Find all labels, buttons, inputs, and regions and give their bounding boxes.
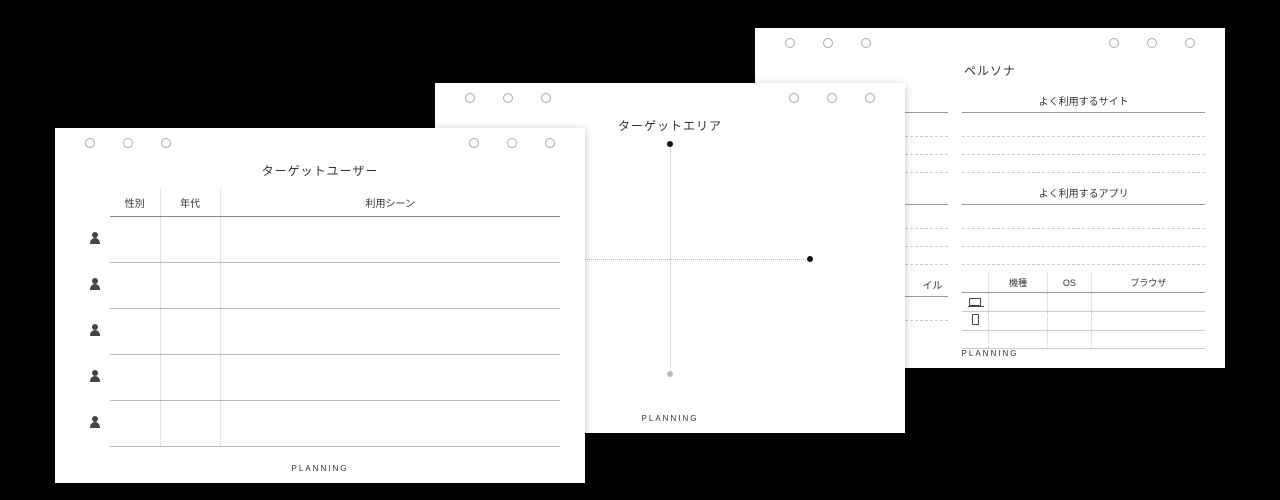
target-user-table: 性別 年代 利用シーン [80, 189, 560, 447]
mobile-icon [972, 314, 979, 325]
writing-line [962, 247, 1205, 265]
person-icon [90, 370, 100, 382]
device-table: 機種 OS ブラウザ [962, 273, 1205, 349]
table-row [80, 263, 560, 309]
writing-line [962, 119, 1205, 137]
person-icon [90, 416, 100, 428]
hole-icon [123, 138, 133, 148]
device-row [962, 293, 1205, 312]
axis-dot-top [667, 141, 673, 147]
hole-icon [823, 38, 833, 48]
table-row [80, 355, 560, 401]
desktop-icon [969, 298, 981, 306]
device-col-model: 機種 [988, 273, 1047, 293]
axis-dot-bottom [667, 371, 673, 377]
device-col-os: OS [1048, 273, 1092, 293]
person-icon [90, 278, 100, 290]
hole-icon [865, 93, 875, 103]
writing-line [962, 155, 1205, 173]
hole-icon [469, 138, 479, 148]
binder-holes [755, 28, 1225, 48]
binder-holes [435, 83, 905, 103]
table-row [80, 217, 560, 263]
hole-icon [1109, 38, 1119, 48]
hole-icon [789, 93, 799, 103]
writing-line [962, 211, 1205, 229]
device-col-browser: ブラウザ [1091, 273, 1205, 293]
hole-icon [861, 38, 871, 48]
writing-line [962, 229, 1205, 247]
hole-icon [1185, 38, 1195, 48]
col-age: 年代 [160, 189, 220, 217]
section-apps-title: よく利用するアプリ [962, 181, 1205, 205]
hole-icon [161, 138, 171, 148]
hole-icon [503, 93, 513, 103]
writing-line [962, 137, 1205, 155]
col-scene: 利用シーン [220, 189, 560, 217]
persona-title: ペルソナ [755, 62, 1225, 79]
hole-icon [507, 138, 517, 148]
device-row [962, 331, 1205, 349]
binder-holes [55, 128, 585, 148]
hole-icon [827, 93, 837, 103]
hole-icon [1147, 38, 1157, 48]
device-row [962, 312, 1205, 331]
section-sites-title: よく利用するサイト [962, 89, 1205, 113]
person-icon [90, 324, 100, 336]
person-icon [90, 232, 100, 244]
col-gender: 性別 [110, 189, 160, 217]
hole-icon [465, 93, 475, 103]
footer-label: PLANNING [55, 464, 585, 473]
axis-dot-right [807, 256, 813, 262]
target-user-card: ターゲットユーザー 性別 年代 利用シーン PLANNING [55, 128, 585, 483]
table-row [80, 401, 560, 447]
table-row [80, 309, 560, 355]
target-user-title: ターゲットユーザー [55, 162, 585, 179]
hole-icon [541, 93, 551, 103]
hole-icon [85, 138, 95, 148]
hole-icon [785, 38, 795, 48]
hole-icon [545, 138, 555, 148]
